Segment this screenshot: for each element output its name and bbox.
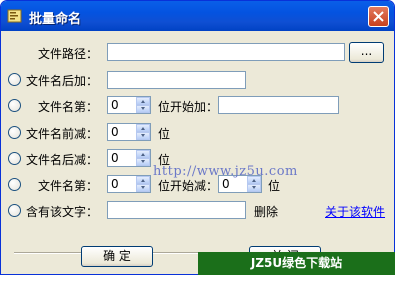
insert-position-down[interactable] — [136, 105, 150, 113]
arrow-up-icon — [141, 127, 145, 130]
radio-suffix-add[interactable] — [8, 73, 21, 86]
cut-at-mid-label: 位开始减： — [158, 179, 219, 193]
cut-position-down[interactable] — [136, 184, 150, 192]
path-input[interactable] — [107, 43, 345, 61]
radio-insert-at[interactable] — [8, 99, 21, 112]
watermark-url: http://www.jz5u.com — [153, 164, 298, 179]
suffix-add-input[interactable] — [107, 71, 246, 89]
insert-text-input[interactable] — [218, 96, 339, 114]
back-cut-value: 0 — [111, 151, 119, 165]
insert-position-stepper[interactable]: 0 — [107, 96, 151, 114]
front-cut-unit: 位 — [158, 127, 171, 141]
arrow-up-icon — [141, 179, 145, 182]
insert-position-up[interactable] — [136, 97, 150, 105]
radio-back-cut[interactable] — [8, 152, 21, 165]
arrow-up-icon — [141, 100, 145, 103]
browse-button[interactable]: ... — [349, 42, 384, 63]
close-button[interactable] — [368, 6, 389, 27]
back-cut-label: 文件名后减： — [26, 153, 99, 167]
back-cut-stepper[interactable]: 0 — [107, 149, 151, 167]
cut-length-down[interactable] — [247, 184, 261, 192]
batch-rename-window: 批量命名 文件路径： ... 文件名后加： 文件名第： 0 位开始加： 文件名前… — [0, 0, 395, 275]
cut-position-value: 0 — [111, 177, 119, 191]
arrow-down-icon — [252, 186, 256, 189]
suffix-add-label: 文件名后加： — [26, 74, 99, 88]
cut-position-stepper[interactable]: 0 — [107, 175, 151, 193]
back-cut-down[interactable] — [136, 158, 150, 166]
arrow-down-icon — [141, 134, 145, 137]
radio-contains[interactable] — [8, 204, 21, 217]
ok-button[interactable]: 确 定 — [81, 246, 153, 267]
front-cut-value: 0 — [111, 125, 119, 139]
contains-input[interactable] — [107, 201, 246, 219]
site-banner: JZ5U绿色下载站(www.jz5u.com) — [198, 252, 395, 293]
arrow-down-icon — [141, 160, 145, 163]
radio-cut-at[interactable] — [8, 178, 21, 191]
insert-at-label: 文件名第： — [38, 100, 99, 114]
cut-position-up[interactable] — [136, 176, 150, 184]
arrow-down-icon — [141, 107, 145, 110]
close-icon — [373, 11, 384, 22]
contains-label: 含有该文字： — [26, 205, 99, 219]
cut-at-unit: 位 — [268, 179, 281, 193]
delete-label: 删除 — [254, 205, 279, 219]
insert-at-suffix-label: 位开始加： — [158, 100, 219, 114]
about-link[interactable]: 关于该软件 — [325, 203, 385, 220]
dialog-body: 文件路径： ... 文件名后加： 文件名第： 0 位开始加： 文件名前减： 0 — [4, 31, 391, 274]
title-bar[interactable]: 批量命名 — [1, 1, 394, 31]
path-label: 文件路径： — [38, 47, 99, 61]
front-cut-label: 文件名前减： — [26, 127, 99, 141]
front-cut-up[interactable] — [136, 124, 150, 132]
radio-front-cut[interactable] — [8, 126, 21, 139]
front-cut-down[interactable] — [136, 132, 150, 140]
window-title: 批量命名 — [29, 12, 82, 27]
front-cut-stepper[interactable]: 0 — [107, 123, 151, 141]
cut-length-value: 0 — [222, 177, 230, 191]
arrow-down-icon — [141, 186, 145, 189]
insert-position-value: 0 — [111, 98, 119, 112]
back-cut-up[interactable] — [136, 150, 150, 158]
app-icon — [7, 9, 22, 23]
arrow-up-icon — [141, 153, 145, 156]
cut-at-label: 文件名第： — [38, 179, 99, 193]
